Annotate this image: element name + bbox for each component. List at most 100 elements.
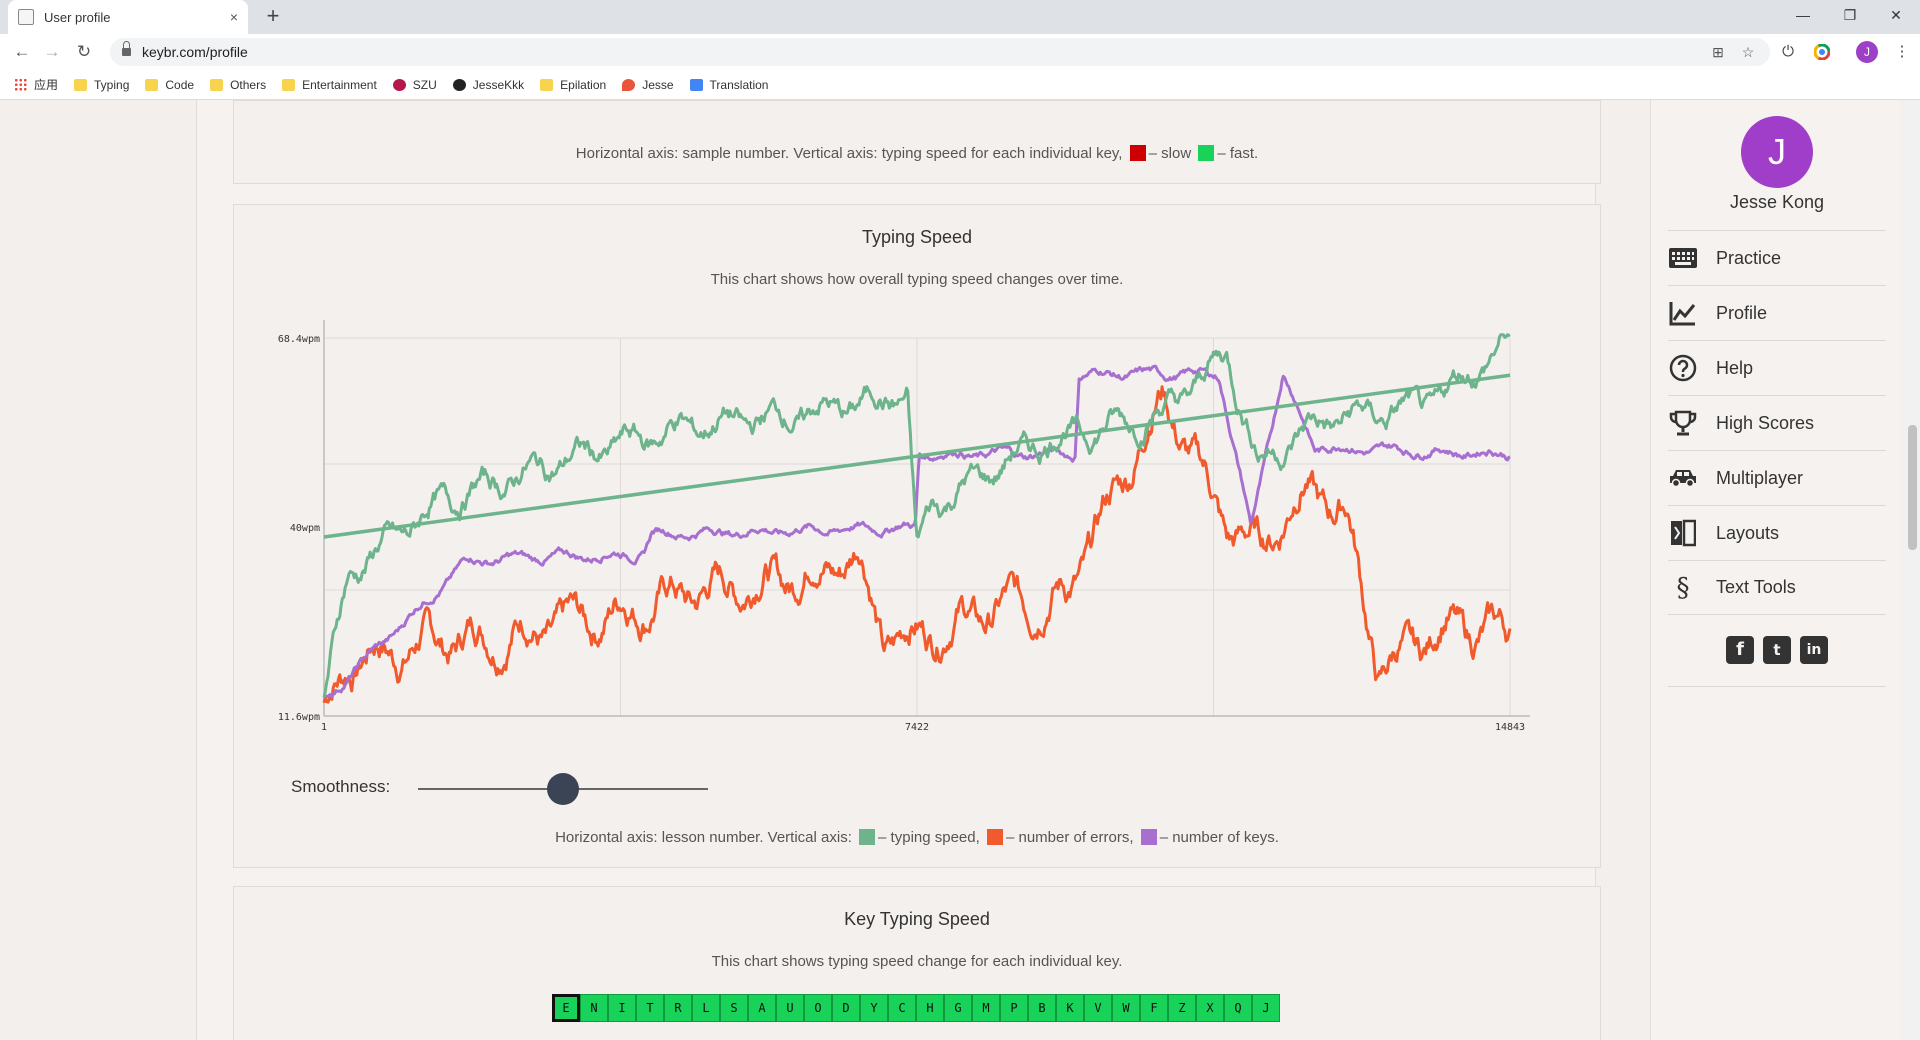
sidebar-item-practice[interactable]: Practice	[1668, 230, 1886, 285]
key-n[interactable]: N	[580, 994, 608, 1022]
section-sign-icon: §	[1676, 572, 1690, 603]
bookmark-jessekkk[interactable]: JesseKkk	[452, 78, 524, 92]
key-o[interactable]: O	[804, 994, 832, 1022]
twitter-icon[interactable]: t	[1763, 636, 1791, 664]
flame-icon	[622, 78, 636, 91]
lock-icon	[122, 41, 131, 57]
sidebar-item-label: Help	[1716, 357, 1754, 378]
key-typing-speed-title: Key Typing Speed	[844, 909, 990, 929]
close-window-button[interactable]: ✕	[1873, 4, 1919, 30]
bookmark-szu[interactable]: SZU	[392, 78, 437, 92]
errors-swatch	[986, 829, 1003, 845]
key-t[interactable]: T	[636, 994, 664, 1022]
linkedin-icon[interactable]: in	[1800, 636, 1828, 664]
sidebar-item-help[interactable]: Help	[1668, 340, 1886, 395]
sidebar-item-text-tools[interactable]: § Text Tools	[1668, 560, 1886, 615]
fast-swatch	[1198, 145, 1215, 161]
layouts-icon	[1668, 518, 1698, 548]
bookmark-translation[interactable]: Translation	[689, 78, 768, 92]
key-z[interactable]: Z	[1168, 994, 1196, 1022]
browser-toolbar: ← → ↻ keybr.com/profile ⊞ ☆	[0, 34, 1920, 70]
smoothness-label: Smoothness:	[291, 777, 391, 796]
key-f[interactable]: F	[1140, 994, 1168, 1022]
car-icon	[1668, 463, 1698, 493]
key-l[interactable]: L	[692, 994, 720, 1022]
key-p[interactable]: P	[1000, 994, 1028, 1022]
restore-button[interactable]: ❐	[1827, 4, 1873, 30]
key-a[interactable]: A	[748, 994, 776, 1022]
folder-icon	[540, 78, 554, 91]
browser-profile-avatar[interactable]: J	[1856, 41, 1878, 63]
back-button[interactable]: ←	[10, 40, 34, 64]
key-q[interactable]: Q	[1224, 994, 1252, 1022]
question-circle-icon	[1668, 353, 1698, 383]
key-d[interactable]: D	[832, 994, 860, 1022]
bookmark-others[interactable]: Others	[210, 78, 266, 92]
reload-button[interactable]: ↻	[72, 40, 96, 64]
key-r[interactable]: R	[664, 994, 692, 1022]
sidebar-item-high-scores[interactable]: High Scores	[1668, 395, 1886, 450]
folder-icon	[145, 78, 159, 91]
folder-icon	[74, 78, 88, 91]
minimize-button[interactable]: —	[1780, 4, 1826, 30]
typing-speed-legend: Horizontal axis: lesson number. Vertical…	[555, 829, 1279, 846]
keys-swatch	[1140, 829, 1157, 845]
bookmark-entertainment[interactable]: Entertainment	[282, 78, 377, 92]
page-favicon-icon	[18, 9, 34, 25]
bookmark-apps[interactable]: 应用	[14, 76, 58, 93]
key-x[interactable]: X	[1196, 994, 1224, 1022]
key-speed-history-card: Horizontal axis: sample number. Vertical…	[233, 100, 1601, 184]
key-selector: ENITRLSAUODYCHGMPBKVWFZXQJ	[552, 994, 1280, 1022]
user-avatar[interactable]: J	[1741, 116, 1813, 188]
key-i[interactable]: I	[608, 994, 636, 1022]
key-g[interactable]: G	[944, 994, 972, 1022]
tab-user-profile[interactable]: User profile ×	[8, 0, 248, 34]
key-h[interactable]: H	[916, 994, 944, 1022]
sidebar-item-multiplayer[interactable]: Multiplayer	[1668, 450, 1886, 505]
sidebar-item-layouts[interactable]: Layouts	[1668, 505, 1886, 560]
key-b[interactable]: B	[1028, 994, 1056, 1022]
smoothness-slider-thumb[interactable]	[547, 773, 579, 805]
key-v[interactable]: V	[1084, 994, 1112, 1022]
key-k[interactable]: K	[1056, 994, 1084, 1022]
sidebar-item-label: High Scores	[1716, 412, 1815, 433]
key-u[interactable]: U	[776, 994, 804, 1022]
sidebar-item-label: Practice	[1716, 247, 1782, 268]
speed-swatch	[859, 829, 876, 845]
google-translate-icon	[689, 78, 703, 91]
facebook-icon[interactable]: f	[1726, 636, 1754, 664]
bookmark-typing[interactable]: Typing	[74, 78, 129, 92]
sidebar-item-label: Multiplayer	[1716, 467, 1804, 488]
bookmark-epilation[interactable]: Epilation	[540, 78, 606, 92]
forward-button[interactable]: →	[40, 40, 64, 64]
power-extension-icon[interactable]: ⏻	[1776, 40, 1800, 64]
github-icon	[452, 78, 466, 91]
sidebar-item-profile[interactable]: Profile	[1668, 285, 1886, 340]
new-tab-button[interactable]: +	[260, 4, 286, 30]
sidebar-item-label: Profile	[1716, 302, 1768, 323]
address-bar[interactable]: keybr.com/profile ⊞ ☆	[110, 38, 1770, 66]
tab-close-icon[interactable]: ×	[230, 9, 238, 25]
translate-icon[interactable]: ⊞	[1708, 42, 1728, 62]
key-w[interactable]: W	[1112, 994, 1140, 1022]
browser-menu-icon[interactable]: ⋮	[1890, 40, 1914, 64]
bookmark-star-icon[interactable]: ☆	[1738, 42, 1758, 62]
key-j[interactable]: J	[1252, 994, 1280, 1022]
scrollbar-thumb[interactable]	[1908, 425, 1917, 550]
url-text[interactable]: keybr.com/profile	[142, 44, 248, 60]
bookmark-code[interactable]: Code	[145, 78, 194, 92]
key-m[interactable]: M	[972, 994, 1000, 1022]
trophy-icon	[1668, 408, 1698, 438]
key-y[interactable]: Y	[860, 994, 888, 1022]
bookmark-jesse[interactable]: Jesse	[622, 78, 674, 92]
key-s[interactable]: S	[720, 994, 748, 1022]
chrome-extension-icon[interactable]	[1810, 40, 1834, 64]
folder-icon	[210, 78, 224, 91]
user-name[interactable]: Jesse Kong	[1650, 192, 1904, 213]
key-e[interactable]: E	[552, 994, 580, 1022]
page-scrollbar[interactable]	[1904, 100, 1920, 1040]
tab-title: User profile	[44, 9, 111, 25]
folder-icon	[282, 78, 296, 91]
key-c[interactable]: C	[888, 994, 916, 1022]
sidebar-divider	[1668, 686, 1886, 687]
